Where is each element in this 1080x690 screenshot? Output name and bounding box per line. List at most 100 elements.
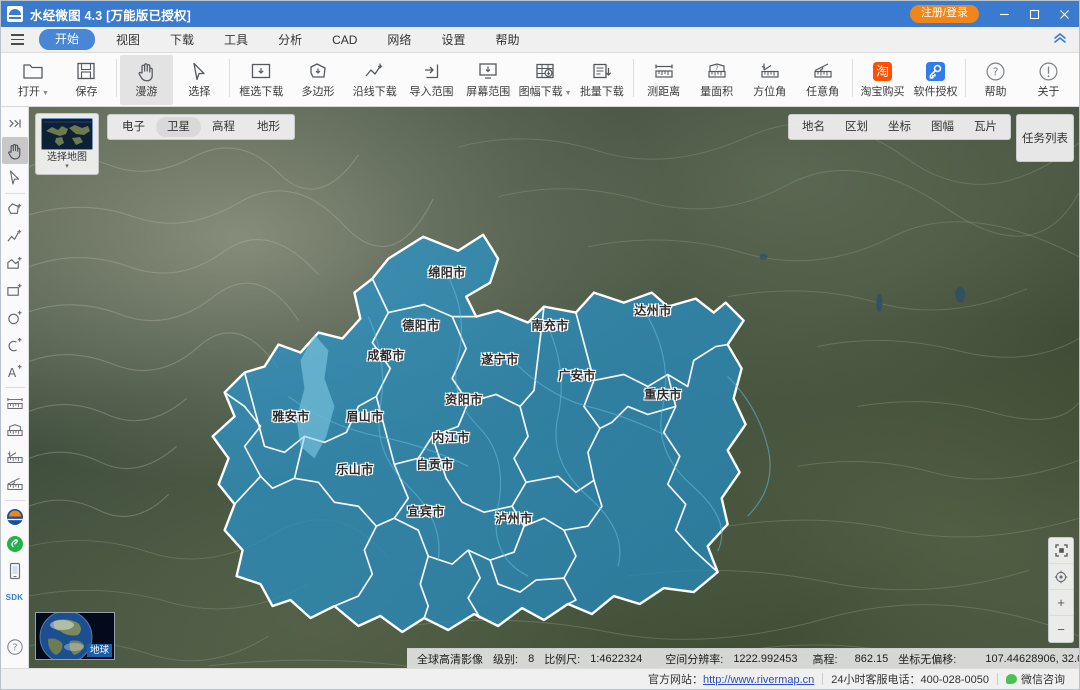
ribbon-grid-download[interactable]: 图幅下载 ▼ [517,55,574,105]
menu-item-analysis[interactable]: 分析 [263,27,317,53]
mobile-app-icon[interactable] [2,557,28,584]
tab-placenames[interactable]: 地名 [792,117,835,137]
toolbar-separator [4,193,25,194]
license-key-icon [923,58,949,84]
hamburger-icon[interactable] [1,27,33,53]
add-rectangle-icon[interactable] [2,277,28,304]
ribbon-help-label: 帮助 [984,86,1007,98]
maximize-button[interactable] [1019,1,1049,27]
fullscreen-extent-icon[interactable] [1049,538,1073,564]
ribbon-screen-extent[interactable]: 屏幕范围 [460,55,517,105]
menu-item-start[interactable]: 开始 [39,29,96,50]
zoom-out-icon[interactable]: − [1049,616,1073,642]
chevron-down-icon[interactable]: ▾ [65,163,69,170]
ribbon-pan[interactable]: 漫游 [119,55,173,105]
ribbon-about[interactable]: 关于 [1022,55,1075,105]
menu-item-help[interactable]: 帮助 [480,27,534,53]
ribbon-grid-download-label: 图幅下载 [518,86,563,98]
menu-item-cad[interactable]: CAD [317,27,372,53]
map-canvas[interactable] [29,107,1079,668]
title-bar-right: 注册/登录 [909,1,1079,27]
chevron-double-up-icon[interactable] [1053,27,1079,53]
measure-area-icon[interactable] [2,417,28,444]
tab-districts[interactable]: 区划 [835,117,878,137]
add-polyline-icon[interactable] [2,223,28,250]
ribbon-import-extent[interactable]: 导入范围 [403,55,460,105]
free-angle-icon[interactable] [2,471,28,498]
globe-label: 地球 [86,644,112,657]
footer-website-link[interactable]: http://www.rivermap.cn [703,674,814,686]
status-source-label: 全球高清影像 [417,653,483,666]
tab-coordinates[interactable]: 坐标 [878,117,921,137]
basemap-selector-label: 选择地图 [47,152,87,163]
status-elevation-label: 高程: [812,653,838,666]
menu-item-network[interactable]: 网络 [372,27,426,53]
footer-hotline: 24小时客服电话：400-028-0050 [831,674,989,686]
help-circle-icon[interactable]: ? [2,633,28,660]
footer-bar: 官方网站：http://www.rivermap.cn 24小时客服电话：400… [1,668,1079,689]
ribbon-polygon-download[interactable]: 多边形 [290,55,347,105]
task-list-button[interactable]: 任务列表 [1016,114,1074,162]
login-register-button[interactable]: 注册/登录 [909,5,979,23]
ribbon-select[interactable]: 选择 [173,55,226,105]
crosshair-center-icon[interactable] [1049,564,1073,590]
ribbon-rect-download-label: 框选下载 [239,86,284,98]
free-angle-icon [810,58,836,84]
tool-select[interactable] [2,164,28,191]
tab-sheets[interactable]: 图幅 [921,117,964,137]
green-link-icon[interactable] [2,530,28,557]
ribbon-open[interactable]: 打开 ▼ [7,55,60,105]
measure-distance-icon[interactable] [2,390,28,417]
azimuth-icon[interactable] [2,444,28,471]
ribbon-separator [852,59,854,97]
ribbon-taobao-label: 淘宝购买 [860,86,905,98]
ribbon-free-angle[interactable]: 任意角 [796,55,849,105]
cursor-arrow-icon [186,58,212,84]
ribbon-batch-download[interactable]: 批量下载 [573,55,630,105]
minimize-button[interactable] [989,1,1019,27]
add-area-icon[interactable] [2,250,28,277]
ribbon-measure-area[interactable]: ? 量面积 [690,55,743,105]
add-arc-icon[interactable] [2,331,28,358]
rivermap-logo-icon[interactable] [2,503,28,530]
toolbar-separator [4,387,25,388]
ribbon-measure-distance[interactable]: 测距离 [637,55,690,105]
help-circle-icon: ? [982,58,1008,84]
ribbon-azimuth[interactable]: 方位角 [743,55,796,105]
app-title: 水经微图 4.3 [万能版已授权] [30,8,192,23]
menu-item-settings[interactable]: 设置 [426,27,480,53]
add-circle-icon[interactable] [2,304,28,331]
add-text-icon[interactable]: A [2,358,28,385]
ribbon-open-label: 打开 [18,86,41,98]
ribbon-separator [115,59,117,97]
ribbon-screen-extent-label: 屏幕范围 [466,86,511,98]
tab-electronic[interactable]: 电子 [111,117,156,137]
globe-overview[interactable]: 地球 [35,612,115,660]
status-coordinates-value: 107.44628906, 32.02514648 [985,652,1079,665]
close-button[interactable] [1049,1,1079,27]
ribbon-polyline-download[interactable]: 沿线下载 [346,55,403,105]
tab-tiles[interactable]: 瓦片 [964,117,1007,137]
ribbon-help[interactable]: ? 帮助 [969,55,1022,105]
tab-elevation[interactable]: 高程 [201,117,246,137]
tab-terrain[interactable]: 地形 [246,117,291,137]
map-viewport[interactable]: 绵阳市 德阳市 成都市 南充市 达州市 遂宁市 广安市 重庆市 资阳市 雅安市 … [29,107,1079,668]
add-polygon-icon[interactable] [2,196,28,223]
ribbon-taobao[interactable]: 淘 淘宝购买 [856,55,909,105]
tab-satellite[interactable]: 卫星 [156,117,201,137]
menu-item-download[interactable]: 下载 [155,27,209,53]
ribbon-save[interactable]: 保存 [60,55,113,105]
footer-wechat[interactable]: 微信咨询 [998,671,1073,687]
menu-item-tools[interactable]: 工具 [209,27,263,53]
tool-pan[interactable] [1,137,28,164]
status-scale-value: 1:4622324 [590,652,643,665]
ribbon-rect-download[interactable]: 框选下载 [233,55,290,105]
overlay-toggle-tabs: 地名 区划 坐标 图幅 瓦片 [788,114,1011,140]
polyline-download-icon [362,58,388,84]
collapse-panel-icon[interactable] [2,110,28,137]
menu-item-view[interactable]: 视图 [101,27,155,53]
basemap-selector[interactable]: 选择地图 ▾ [35,113,99,175]
ribbon-license[interactable]: 软件授权 [909,55,962,105]
sdk-icon[interactable]: SDK [2,584,28,611]
zoom-in-icon[interactable]: + [1049,590,1073,616]
